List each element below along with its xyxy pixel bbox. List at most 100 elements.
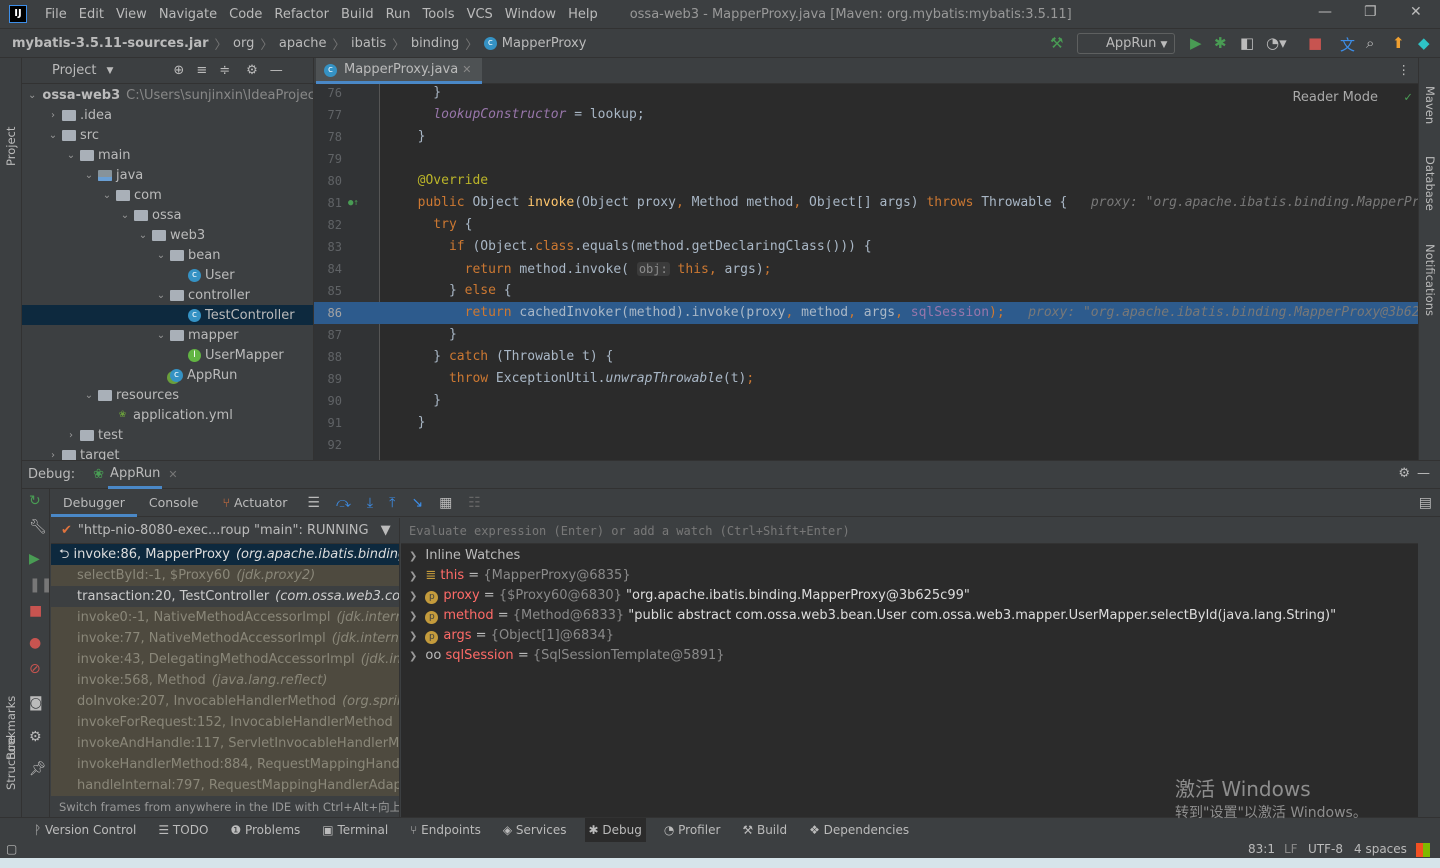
override-marker-icon[interactable]: ●↑ [348,192,359,214]
chevron-right-icon[interactable]: ❯ [409,631,417,642]
tab-actuator[interactable]: ⑂ Actuator [211,489,300,517]
more-icon[interactable]: ⋮ [1398,62,1411,77]
tool-dependencies[interactable]: ❖ Dependencies [805,818,913,843]
settings-icon[interactable]: ⚙ [1398,466,1410,481]
restore-button[interactable]: ❐ [1364,4,1377,20]
stack-frame[interactable]: invoke0:-1, NativeMethodAccessorImpl (jdk… [51,607,399,628]
stack-frame[interactable]: invokeHandlerMethod:884, RequestMappingH… [51,754,399,775]
restore-layout-icon[interactable]: ▤ [1419,495,1432,511]
stack-frame[interactable]: ⮌ invoke:86, MapperProxy (org.apache.ibat… [51,544,399,565]
stack-frame[interactable]: selectById:-1, $Proxy60 (jdk.proxy2) [51,565,399,586]
notifications-tool-button[interactable]: Notifications [1423,244,1437,316]
tool-problems[interactable]: ❶ Problems [226,818,304,843]
tree-item[interactable]: ❀ application.yml [22,405,313,425]
tab-mapperproxy[interactable]: c MapperProxy.java ✕ [316,58,482,84]
chevron-right-icon[interactable]: ❯ [409,611,417,622]
debug-bug-icon[interactable]: ✱ [1214,34,1227,52]
chevron-down-icon[interactable]: ⌄ [118,210,132,221]
locate-icon[interactable]: ⊕ [173,63,184,78]
indent[interactable]: 4 spaces [1354,842,1407,856]
coverage-icon[interactable]: ◧ [1240,34,1254,52]
menu-file[interactable]: File [45,7,67,22]
inspection-ok-icon[interactable]: ✓ [1404,90,1412,105]
chevron-right-icon[interactable]: › [64,430,78,441]
tree-item[interactable]: › test [22,425,313,445]
gear-icon[interactable]: ⚙ [246,63,258,78]
tree-item[interactable]: c AppRun [22,365,313,385]
variable-row[interactable]: ❯ ≣ this = {MapperProxy@6835} [401,566,1418,586]
stack-frame[interactable]: handleInternal:797, RequestMappingHandle… [51,775,399,796]
variable-row[interactable]: ❯ Inline Watches [401,546,1418,566]
chevron-down-icon[interactable]: ⌄ [82,390,96,401]
step-over-icon[interactable]: ⤼ [336,495,351,511]
tree-item[interactable]: ⌄ ossa [22,205,313,225]
chevron-down-icon[interactable]: ⌄ [100,190,114,201]
line-separator[interactable]: LF [1284,842,1298,856]
chevron-right-icon[interactable]: › [46,110,60,121]
stack-frame[interactable]: invokeAndHandle:117, ServletInvocableHan… [51,733,399,754]
chevron-down-icon[interactable]: ⌄ [154,250,168,261]
chevron-down-icon[interactable]: ⌄ [154,290,168,301]
structure-tool-button[interactable]: Structure [4,737,18,791]
tree-item[interactable]: c User [22,265,313,285]
pin-icon[interactable]: 📌︎ [29,761,47,777]
resume-icon[interactable]: ▶ [29,551,40,567]
camera-icon[interactable]: ◙ [29,695,43,711]
breadcrumb-item[interactable]: ibatis [351,36,386,51]
filter-icon[interactable]: ▼ [381,523,391,538]
stop-icon[interactable]: ■ [1308,34,1322,52]
run-icon[interactable]: ▶ [1190,34,1202,52]
tool-terminal[interactable]: ▣ Terminal [318,818,392,843]
pause-icon[interactable]: ❚❚ [29,577,52,593]
project-tool-button[interactable]: Project [4,127,18,166]
tree-item[interactable]: ⌄ bean [22,245,313,265]
menu-refactor[interactable]: Refactor [274,7,329,22]
chevron-right-icon[interactable]: ❯ [409,651,417,662]
tool-build[interactable]: ⚒ Build [738,818,791,843]
caret-position[interactable]: 83:1 [1248,842,1275,856]
profiler-icon[interactable]: ◔▾ [1266,34,1287,52]
chevron-right-icon[interactable]: ❯ [409,551,417,562]
encoding[interactable]: UTF-8 [1308,842,1343,856]
evaluate-expression-input[interactable]: Evaluate expression (Enter) or add a wat… [401,518,1418,544]
layout-icon[interactable]: ☰ [307,495,320,511]
tool-todo[interactable]: ☰ TODO [154,818,212,843]
breadcrumb-item[interactable]: MapperProxy [502,36,587,51]
breadcrumb-item[interactable]: org [233,36,254,51]
mute-breakpoints-icon[interactable]: ⊘ [29,661,41,677]
chevron-down-icon[interactable]: ⌄ [154,330,168,341]
maven-tool-button[interactable]: Maven [1423,86,1437,124]
stop-icon[interactable]: ■ [29,603,42,619]
tree-item[interactable]: ⌄ controller [22,285,313,305]
tree-item[interactable]: ⌄ java [22,165,313,185]
rerun-icon[interactable]: ↻ [29,493,41,509]
expand-all-icon[interactable]: ≡ [196,63,207,78]
chevron-right-icon[interactable]: › [46,450,60,461]
step-out-icon[interactable]: ⤒ [389,495,395,511]
toggle-panels-icon[interactable]: ▢ [6,842,17,856]
stack-frame[interactable]: invoke:77, NativeMethodAccessorImpl (jdk.… [51,628,399,649]
run-to-cursor-icon[interactable]: ↘ [411,495,423,511]
tab-console[interactable]: Console [137,489,211,517]
tool-endpoints[interactable]: ⑂ Endpoints [406,818,485,843]
step-into-icon[interactable]: ⤓ [367,495,373,511]
chevron-right-icon[interactable]: ❯ [409,571,417,582]
breadcrumb-item[interactable]: binding [411,36,459,51]
evaluate-icon[interactable]: ▦ [439,495,452,511]
tree-item[interactable]: I UserMapper [22,345,313,365]
menu-help[interactable]: Help [568,7,598,22]
chevron-down-icon[interactable]: ⌄ [46,130,60,141]
menu-code[interactable]: Code [229,7,262,22]
close-button[interactable]: ✕ [1410,4,1422,20]
settings-icon[interactable]: ⚙ [29,729,42,745]
chevron-down-icon[interactable]: ⌄ [82,170,96,181]
tool-debug[interactable]: ✱ Debug [584,817,646,843]
menu-tools[interactable]: Tools [423,7,455,22]
chevron-down-icon[interactable]: ⌄ [136,230,150,241]
plugin-icon[interactable]: ◆ [1418,34,1430,52]
thread-select[interactable]: ✔ "http-nio-8080-exec...roup "main": RUNN… [51,518,399,544]
collapse-all-icon[interactable]: ≑ [219,63,230,78]
debug-session-tab[interactable]: AppRun [108,461,163,489]
variable-row[interactable]: ❯ p proxy = {$Proxy60@6830} "org.apache.ib… [401,586,1418,606]
database-tool-button[interactable]: Database [1423,156,1437,211]
